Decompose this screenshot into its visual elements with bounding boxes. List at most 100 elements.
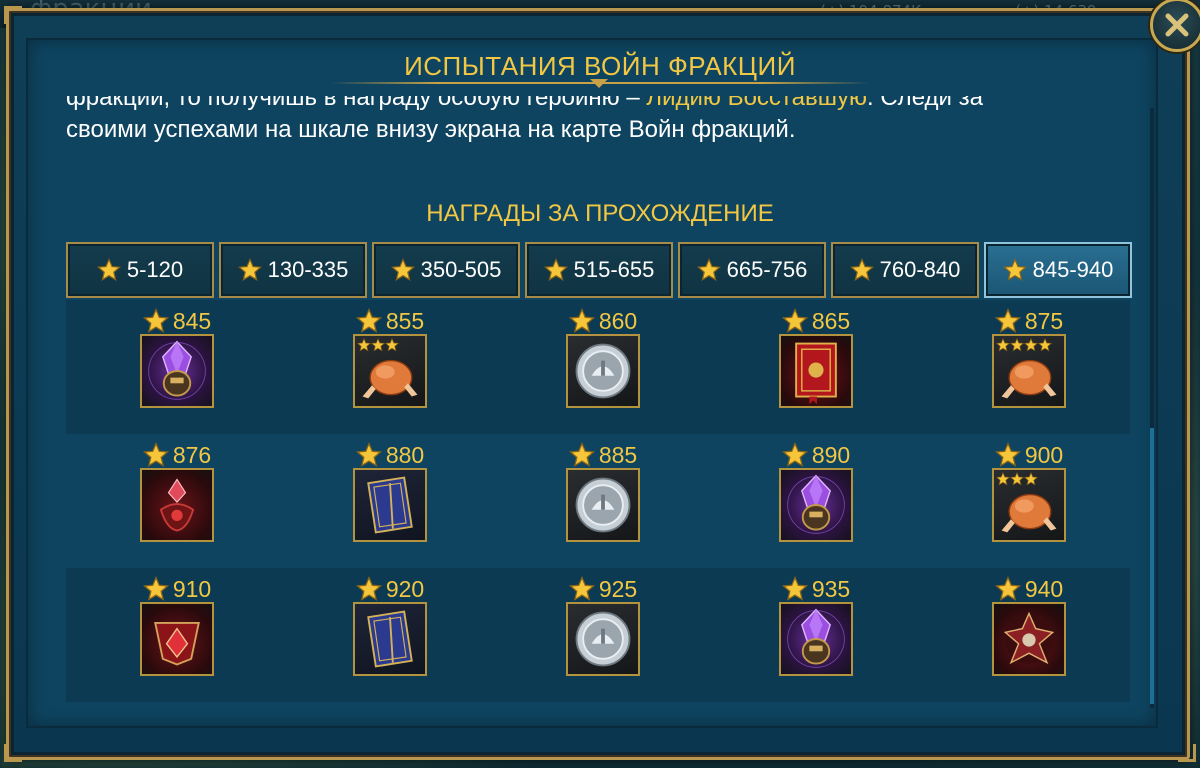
- reward-cell: 845: [122, 300, 232, 434]
- reward-star-count: 876: [172, 441, 212, 468]
- description-scroll-area[interactable]: фракции, то получишь в награду особую ге…: [66, 96, 1126, 160]
- star-icon: [568, 576, 595, 601]
- star-icon: [96, 258, 121, 281]
- close-button[interactable]: [1150, 0, 1200, 52]
- reward-cell: 920: [335, 568, 445, 702]
- scrollbar[interactable]: [1150, 108, 1154, 708]
- rank-stars: [357, 338, 399, 352]
- reward-cell: 875: [974, 300, 1084, 434]
- reward-cell: 925: [548, 568, 658, 702]
- frame-corner: [4, 744, 22, 762]
- reward-item[interactable]: [353, 602, 427, 676]
- star-icon: [781, 442, 808, 467]
- rank-star-icon: [1010, 338, 1024, 352]
- rank-star-icon: [1024, 472, 1038, 486]
- red-tome-icon: [795, 342, 837, 405]
- silver-coin-icon: [575, 477, 631, 533]
- description-text: фракции, то получишь в награду особую ге…: [66, 96, 1126, 146]
- star-icon: [355, 442, 382, 467]
- star-icon: [568, 308, 595, 333]
- star-icon: [390, 258, 415, 281]
- reward-cell: 876: [122, 434, 232, 568]
- rank-star-icon: [371, 338, 385, 352]
- star-icon: [543, 258, 568, 281]
- reward-cell: 910: [122, 568, 232, 702]
- star-icon: [355, 576, 382, 601]
- tab-range-350-505[interactable]: 350-505: [372, 242, 520, 298]
- tab-range-5-120[interactable]: 5-120: [66, 242, 214, 298]
- reward-star-requirement: 880: [335, 442, 445, 468]
- reward-star-requirement: 865: [761, 308, 871, 334]
- reward-star-count: 940: [1024, 575, 1064, 602]
- tab-range-130-335[interactable]: 130-335: [219, 242, 367, 298]
- tab-label: 130-335: [267, 257, 349, 282]
- tab-label: 845-940: [1032, 257, 1114, 282]
- rank-star-icon: [1024, 338, 1038, 352]
- reward-star-count: 935: [811, 575, 851, 602]
- tab-label: 760-840: [879, 257, 961, 282]
- rewards-section-title: НАГРАДЫ ЗА ПРОХОЖДЕНИЕ: [426, 200, 774, 227]
- scrollbar-thumb[interactable]: [1150, 428, 1154, 704]
- tab-range-515-655[interactable]: 515-655: [525, 242, 673, 298]
- reward-star-count: 855: [385, 307, 425, 334]
- reward-item[interactable]: [140, 602, 214, 676]
- purple-shard-icon: [148, 340, 206, 400]
- star-icon: [355, 308, 382, 333]
- reward-item[interactable]: [140, 334, 214, 408]
- reward-item[interactable]: [566, 468, 640, 542]
- reward-cell: 865: [761, 300, 871, 434]
- reward-item[interactable]: [353, 334, 427, 408]
- reward-row: 845 855 860 865 875: [66, 300, 1130, 434]
- purple-shard-icon: [787, 608, 845, 668]
- reward-star-requirement: 855: [335, 308, 445, 334]
- reward-item[interactable]: [353, 468, 427, 542]
- star-icon: [142, 576, 169, 601]
- silver-coin-icon: [575, 611, 631, 667]
- rank-star-icon: [996, 472, 1010, 486]
- tab-range-760-840[interactable]: 760-840: [831, 242, 979, 298]
- reward-item[interactable]: [992, 334, 1066, 408]
- reward-row: 876 880 885 890 900: [66, 434, 1130, 568]
- reward-item[interactable]: [140, 468, 214, 542]
- reward-cell: 900: [974, 434, 1084, 568]
- reward-star-requirement: 876: [122, 442, 232, 468]
- reward-item[interactable]: [566, 602, 640, 676]
- star-range-tabs: 5-120 130-335 350-505 515-655 665-756 760-840…: [66, 242, 1132, 298]
- reward-star-count: 900: [1024, 441, 1064, 468]
- star-icon: [781, 308, 808, 333]
- reward-item[interactable]: [992, 468, 1066, 542]
- reward-item[interactable]: [779, 468, 853, 542]
- frame-corner: [4, 6, 22, 24]
- rank-stars: [996, 338, 1052, 352]
- reward-item[interactable]: [779, 334, 853, 408]
- reward-cell: 880: [335, 434, 445, 568]
- reward-star-requirement: 875: [974, 308, 1084, 334]
- reward-star-requirement: 935: [761, 576, 871, 602]
- reward-star-count: 875: [1024, 307, 1064, 334]
- reward-item[interactable]: [566, 334, 640, 408]
- blue-tome-icon: [367, 476, 413, 534]
- reward-star-count: 880: [385, 441, 425, 468]
- rank-star-icon: [1038, 338, 1052, 352]
- reward-item[interactable]: [992, 602, 1066, 676]
- sacred-shard-icon: [1003, 611, 1055, 665]
- reward-star-requirement: 940: [974, 576, 1084, 602]
- reward-cell: 890: [761, 434, 871, 568]
- reward-item[interactable]: [779, 602, 853, 676]
- star-icon: [696, 258, 721, 281]
- star-icon: [994, 576, 1021, 601]
- description-line2: своими успехами на шкале внизу экрана на…: [66, 116, 796, 143]
- reward-star-count: 845: [172, 307, 212, 334]
- modal-title-bar: ИСПЫТАНИЯ ВОЙН ФРАКЦИЙ: [404, 50, 796, 82]
- reward-star-requirement: 890: [761, 442, 871, 468]
- frame-corner: [1178, 744, 1196, 762]
- tab-range-845-940[interactable]: 845-940: [984, 242, 1132, 298]
- reward-star-requirement: 920: [335, 576, 445, 602]
- reward-star-count: 885: [598, 441, 638, 468]
- title-chevron-icon: [590, 79, 608, 88]
- modal-title: ИСПЫТАНИЯ ВОЙН ФРАКЦИЙ: [404, 51, 796, 81]
- tab-range-665-756[interactable]: 665-756: [678, 242, 826, 298]
- reward-cell: 855: [335, 300, 445, 434]
- reward-star-count: 890: [811, 441, 851, 468]
- reward-star-requirement: 900: [974, 442, 1084, 468]
